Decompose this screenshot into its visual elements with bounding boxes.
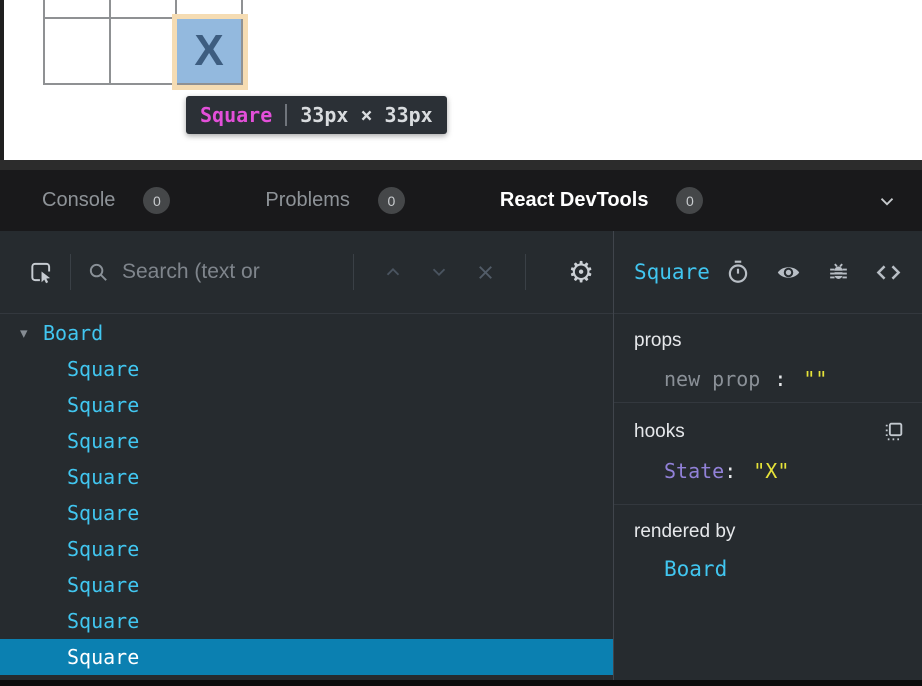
search-input[interactable] (122, 260, 337, 284)
tree-toolbar: ⚙ (0, 231, 613, 314)
window-bottom-edge (0, 680, 922, 686)
suspense-timer-icon[interactable] (725, 259, 751, 285)
key-value-separator: : (774, 367, 786, 391)
react-devtools-panel: ⚙ ▾ Board Square Square Square (0, 231, 922, 680)
props-row: new prop: "" (664, 367, 906, 391)
board-cell[interactable] (45, 19, 111, 85)
tab-label: Problems (265, 189, 349, 212)
tooltip-divider (285, 104, 287, 126)
tooltip-dimensions: 33px × 33px (300, 103, 432, 127)
board-cell[interactable] (111, 0, 177, 19)
component-name: Square (67, 573, 139, 597)
props-section: props new prop: "" (614, 314, 922, 403)
new-prop-input[interactable]: new prop (664, 367, 760, 391)
board-cell[interactable] (177, 0, 243, 19)
component-name: Square (67, 429, 139, 453)
chevron-down-icon[interactable] (876, 190, 898, 212)
tree-row[interactable]: Square (0, 459, 613, 495)
tree-row[interactable]: ▾ Board (0, 315, 613, 351)
state-hook-row: State: "X" (664, 459, 906, 483)
view-source-code-icon[interactable] (875, 259, 902, 286)
components-tree: ▾ Board Square Square Square Square (0, 314, 613, 680)
component-name: Square (67, 537, 139, 561)
component-name: Square (67, 609, 139, 633)
inspect-element-icon[interactable] (28, 259, 54, 285)
app-preview: X Square 33px × 33px (0, 0, 922, 160)
hook-name: State (664, 459, 724, 483)
tree-row[interactable]: Square (0, 567, 613, 603)
inspect-dom-eye-icon[interactable] (775, 259, 802, 286)
selected-component-title: Square (634, 260, 710, 284)
tree-row[interactable]: Square (0, 531, 613, 567)
clear-search-icon[interactable] (474, 261, 497, 284)
component-name: Square (67, 501, 139, 525)
log-component-bug-icon[interactable] (826, 260, 851, 285)
props-title: props (634, 330, 906, 352)
components-tree-panel: ⚙ ▾ Board Square Square Square (0, 231, 613, 680)
tab-console[interactable]: Console 0 (42, 187, 170, 214)
gear-icon[interactable]: ⚙ (568, 258, 594, 287)
key-value-separator: : (724, 459, 736, 483)
toolbar-divider (70, 254, 71, 290)
board-cell-inspected[interactable]: X (177, 19, 243, 85)
hook-value[interactable]: "X" (753, 459, 789, 483)
component-name: Square (67, 357, 139, 381)
component-name: Board (43, 321, 103, 345)
panel-top-border (0, 160, 922, 170)
react-devtools-count-badge: 0 (676, 187, 703, 214)
rendered-by-title: rendered by (634, 521, 906, 543)
board-cell[interactable] (45, 0, 111, 19)
search-next-icon[interactable] (428, 261, 450, 283)
component-details-panel: Square (614, 231, 922, 680)
toolbar-divider (525, 254, 526, 290)
tooltip-component-name: Square (200, 103, 272, 127)
tree-row[interactable]: Square (0, 351, 613, 387)
search-previous-icon[interactable] (382, 261, 404, 283)
tab-problems[interactable]: Problems 0 (265, 187, 404, 214)
hooks-section: hooks State: "X" (614, 403, 922, 505)
inspect-tooltip: Square 33px × 33px (186, 96, 447, 134)
tree-row[interactable]: Square (0, 639, 613, 675)
drawer-tab-bar: Console 0 Problems 0 React DevTools 0 (0, 170, 922, 231)
component-name: Square (67, 465, 139, 489)
tic-tac-toe-board: X (43, 0, 243, 85)
tree-row[interactable]: Square (0, 423, 613, 459)
search-box (87, 260, 337, 284)
react-devtools-screen: X Square 33px × 33px Console 0 Problems … (0, 0, 922, 686)
component-name: Square (67, 645, 139, 669)
tab-label: React DevTools (500, 189, 649, 212)
tree-row[interactable]: Square (0, 603, 613, 639)
search-icon (87, 261, 110, 284)
square-x-value: X (194, 29, 223, 73)
tree-row[interactable]: Square (0, 495, 613, 531)
details-header: Square (614, 231, 922, 314)
expander-icon[interactable]: ▾ (20, 324, 43, 342)
parse-hook-names-icon[interactable] (881, 419, 906, 444)
tab-label: Console (42, 189, 115, 212)
prop-value[interactable]: "" (803, 367, 827, 391)
details-header-icons (725, 259, 902, 286)
tab-react-devtools[interactable]: React DevTools 0 (500, 187, 704, 214)
tree-row[interactable]: Square (0, 387, 613, 423)
rendered-by-owner-link[interactable]: Board (664, 557, 727, 581)
component-name: Square (67, 393, 139, 417)
window-left-edge (0, 0, 4, 160)
problems-count-badge: 0 (378, 187, 405, 214)
rendered-by-section: rendered by Board (614, 505, 922, 680)
toolbar-divider (353, 254, 354, 290)
board-cell[interactable] (111, 19, 177, 85)
hooks-title: hooks (634, 421, 685, 443)
console-count-badge: 0 (143, 187, 170, 214)
